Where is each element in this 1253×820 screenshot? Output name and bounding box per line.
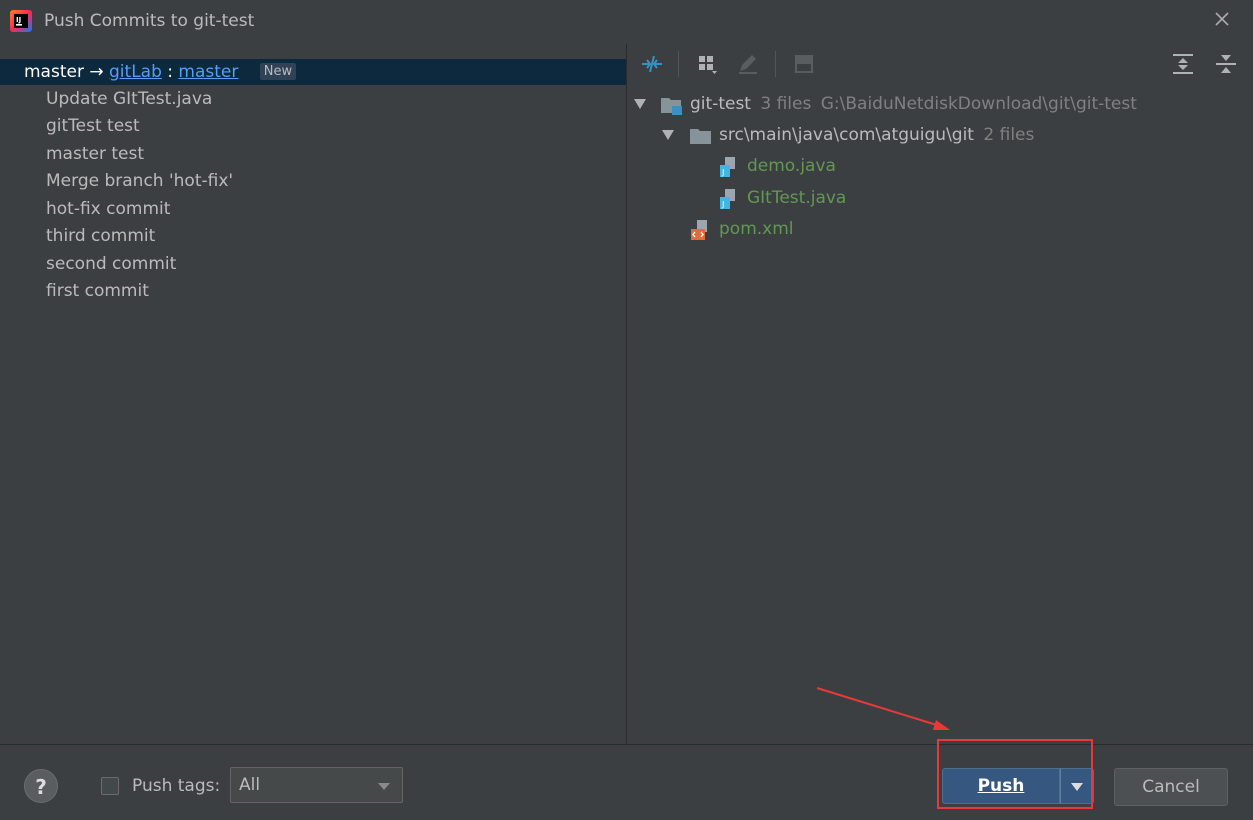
root-path: G:\BaiduNetdiskDownload\git\git-test <box>820 94 1137 114</box>
remote-link[interactable]: gitLab <box>109 62 162 82</box>
separator: : <box>167 62 174 82</box>
commit-item[interactable]: gitTest test <box>46 116 140 136</box>
expanded-arrow-icon[interactable] <box>633 98 647 110</box>
window-title: Push Commits to git-test <box>44 11 255 31</box>
toolbar-separator <box>775 51 776 77</box>
commit-item[interactable]: first commit <box>46 281 149 301</box>
file-name: GItTest.java <box>747 188 847 208</box>
commit-item[interactable]: third commit <box>46 226 155 246</box>
push-arrow: → <box>89 62 104 82</box>
module-folder-icon <box>661 98 682 115</box>
root-count: 3 files <box>760 94 812 114</box>
commit-item[interactable]: second commit <box>46 254 176 274</box>
group-by-icon[interactable] <box>695 51 721 77</box>
edit-icon[interactable] <box>735 51 761 77</box>
java-file-icon: J <box>720 189 735 209</box>
tree-root-row[interactable]: git-test 3 files G:\BaiduNetdiskDownload… <box>627 92 1253 118</box>
chevron-down-icon <box>378 783 390 790</box>
svg-text:J: J <box>721 168 724 177</box>
preview-panel-icon[interactable] <box>791 51 817 77</box>
commit-item[interactable]: hot-fix commit <box>46 199 170 219</box>
collapse-all-icon[interactable] <box>1213 51 1239 77</box>
folder-icon <box>690 129 711 144</box>
toolbar-separator <box>678 51 679 77</box>
file-name: pom.xml <box>719 219 794 239</box>
help-button[interactable]: ? <box>24 769 58 803</box>
folder-name: src\main\java\com\atguigu\git <box>719 125 974 145</box>
commit-item[interactable]: master test <box>46 144 144 164</box>
folder-count: 2 files <box>983 125 1035 145</box>
tags-select-value: All <box>239 775 261 795</box>
expanded-arrow-icon[interactable] <box>661 129 675 141</box>
root-name: git-test <box>690 94 751 114</box>
commits-pane: master → gitLab : master New Update GItT… <box>0 44 626 744</box>
svg-text:IJ: IJ <box>16 16 21 24</box>
local-branch: master <box>24 62 84 82</box>
push-tags-label[interactable]: Push tags: <box>132 776 220 796</box>
expand-all-icon[interactable] <box>1170 51 1196 77</box>
title-bar: IJ Push Commits to git-test <box>0 0 1253 44</box>
intellij-idea-icon: IJ <box>10 10 32 32</box>
commit-item[interactable]: Update GItTest.java <box>46 89 212 109</box>
new-badge: New <box>259 63 297 80</box>
annotation-highlight-box <box>937 739 1093 809</box>
tree-file-row[interactable]: pom.xml <box>627 217 1253 243</box>
close-icon[interactable] <box>1211 8 1233 30</box>
xml-file-icon <box>691 220 707 240</box>
commit-item[interactable]: Merge branch 'hot-fix' <box>46 171 233 191</box>
tree-file-row[interactable]: J demo.java <box>627 154 1253 180</box>
tree-file-row[interactable]: J GItTest.java <box>627 186 1253 212</box>
push-tags-checkbox[interactable] <box>101 777 119 795</box>
changes-pane: git-test 3 files G:\BaiduNetdiskDownload… <box>627 44 1253 744</box>
remote-branch-link[interactable]: master <box>178 62 238 82</box>
branch-row[interactable]: master → gitLab : master New <box>0 59 626 85</box>
java-file-icon: J <box>720 157 735 177</box>
tags-select[interactable]: All <box>230 767 403 803</box>
file-name: demo.java <box>747 156 836 176</box>
svg-text:J: J <box>721 200 724 209</box>
cancel-button[interactable]: Cancel <box>1114 768 1228 806</box>
tree-folder-row[interactable]: src\main\java\com\atguigu\git 2 files <box>627 123 1253 149</box>
compare-icon[interactable] <box>639 51 665 77</box>
